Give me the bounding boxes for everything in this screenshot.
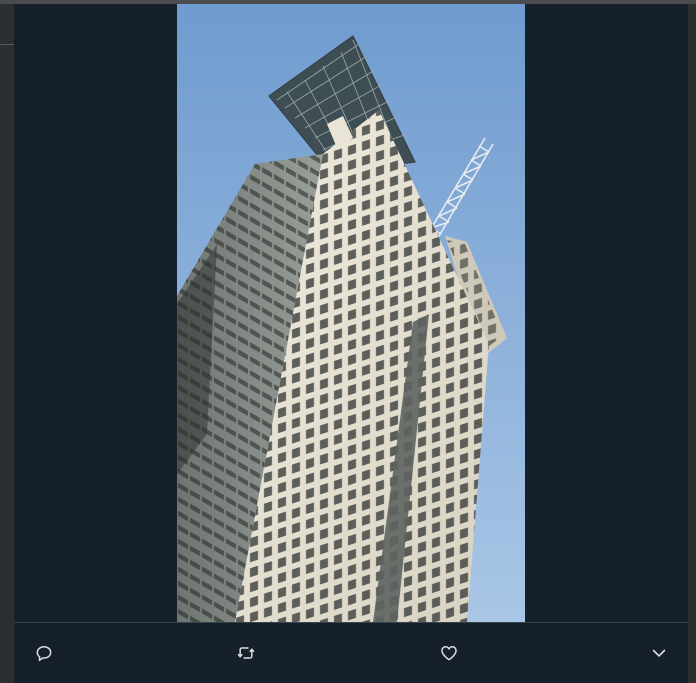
media-viewer-modal: [14, 4, 688, 683]
background-page-left: [0, 4, 14, 683]
speech-bubble-icon: [36, 646, 52, 662]
skyscraper-photo: [177, 4, 525, 622]
chevron-down-icon: [652, 649, 666, 657]
more-options-button[interactable]: [645, 639, 673, 667]
tweet-action-bar: [14, 622, 688, 683]
heart-icon: [441, 646, 457, 661]
retweet-arrows-icon: [237, 647, 255, 659]
tweet-photo[interactable]: [177, 4, 525, 622]
background-page-divider: [0, 44, 14, 45]
background-page-right: [688, 4, 696, 683]
like-button[interactable]: [435, 639, 463, 667]
retweet-button[interactable]: [232, 639, 260, 667]
reply-button[interactable]: [30, 639, 58, 667]
